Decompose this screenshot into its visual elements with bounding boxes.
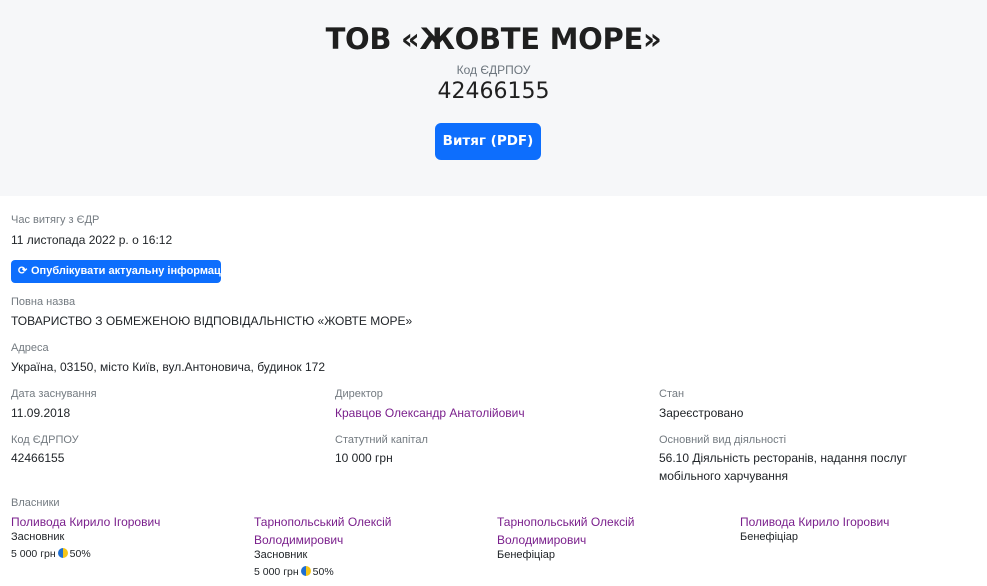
extract-time-label: Час витягу з ЄДР	[11, 214, 100, 226]
ukraine-flag-icon	[300, 566, 311, 576]
full-name-value: ТОВАРИСТВО З ОБМЕЖЕНОЮ ВІДПОВІДАЛЬНІСТЮ …	[11, 314, 413, 328]
beneficiary-role: Бенефіціар	[740, 531, 799, 543]
owner-share-percent: 50%	[312, 566, 334, 578]
activity-value-line1: 56.10 Діяльність ресторанів, надання пос…	[659, 451, 907, 465]
owners-label: Власники	[11, 497, 60, 509]
edrpou-value: 42466155	[437, 79, 550, 104]
edrpou-label: Код ЄДРПОУ	[456, 63, 531, 77]
director-label: Директор	[335, 388, 383, 400]
owner-link[interactable]: Поливода Кирило Ігорович	[11, 513, 160, 531]
full-name-label: Повна назва	[11, 296, 76, 308]
status-label: Стан	[659, 388, 685, 400]
owner-name-line2: Володимирович	[254, 533, 344, 547]
address-label: Адреса	[11, 342, 49, 354]
activity-label: Основний вид діяльності	[659, 434, 787, 446]
address-value: Україна, 03150, місто Київ, вул.Антонови…	[11, 360, 326, 374]
owner-share-amount: 5 000 грн	[11, 548, 56, 560]
founded-value: 11.09.2018	[11, 406, 71, 420]
activity-value-line2: мобільного харчування	[659, 469, 789, 483]
owner-share-percent: 50%	[69, 548, 91, 560]
director-link[interactable]: Кравцов Олександр Анатолійович	[335, 406, 525, 420]
owner-share: 5 000 грн 50%	[11, 548, 91, 560]
capital-value: 10 000 грн	[335, 451, 393, 465]
beneficiary-role: Бенефіціар	[497, 549, 556, 561]
beneficiary-link[interactable]: Тарнопольський Олексій Володимирович	[497, 513, 634, 549]
capital-label: Статутний капітал	[335, 434, 428, 446]
beneficiary-name-line2: Володимирович	[497, 533, 587, 547]
sync-icon: ⟳	[18, 265, 28, 277]
company-title: ТОВ «ЖОВТЕ МОРЕ»	[325, 22, 662, 56]
founded-label: Дата заснування	[11, 388, 97, 400]
owner-link[interactable]: Тарнопольський Олексій Володимирович	[254, 513, 391, 549]
owner-name-line1: Тарнопольський Олексій	[254, 515, 392, 529]
status-value: Зареєстровано	[659, 406, 744, 420]
beneficiary-name-line1: Тарнопольський Олексій	[497, 515, 635, 529]
code-label: Код ЄДРПОУ	[11, 434, 79, 446]
extract-pdf-button[interactable]: Витяг (PDF)	[435, 123, 541, 160]
owner-role: Засновник	[11, 531, 65, 543]
company-header: ТОВ «ЖОВТЕ МОРЕ» Код ЄДРПОУ 42466155 Вит…	[0, 0, 987, 196]
ukraine-flag-icon	[57, 548, 68, 558]
owner-role: Засновник	[254, 549, 308, 561]
owner-share-amount: 5 000 грн	[254, 566, 299, 578]
publish-info-label: Опублікувати актуальну інформацію	[31, 265, 234, 277]
extract-time-value: 11 листопада 2022 р. о 16:12	[11, 233, 173, 247]
publish-info-button[interactable]: ⟳ Опублікувати актуальну інформацію	[11, 260, 233, 283]
owner-share: 5 000 грн 50%	[254, 566, 334, 578]
code-value: 42466155	[11, 451, 65, 465]
beneficiary-link[interactable]: Поливода Кирило Ігорович	[740, 513, 889, 531]
